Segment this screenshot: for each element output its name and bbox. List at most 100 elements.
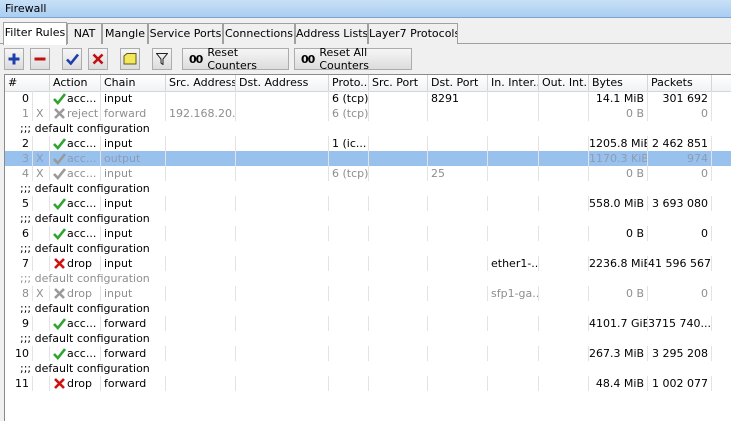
rule-src-address	[166, 166, 236, 181]
rule-number: 7	[5, 256, 33, 271]
tab-layer7-protocols[interactable]: Layer7 Protocols	[368, 23, 458, 44]
rule-protocol	[329, 286, 369, 301]
column-header-out-interface[interactable]: Out. Int...	[539, 75, 589, 91]
disable-button[interactable]	[88, 48, 108, 70]
table-row[interactable]: 3 Xacc... output 1170.3 KiB 974	[5, 151, 731, 166]
rule-in-interface: sfp1-ga...	[488, 286, 539, 301]
tab-connections[interactable]: Connections	[223, 23, 295, 44]
tab-address-lists[interactable]: Address Lists	[295, 23, 368, 44]
table-row[interactable]: 6 acc... input 0 B0	[5, 226, 731, 241]
rule-out-interface	[539, 166, 589, 181]
rule-action-label: acc...	[67, 227, 97, 240]
rule-protocol	[329, 346, 369, 361]
rule-out-interface	[539, 196, 589, 211]
rule-comment[interactable]: ;;; default configuration	[5, 181, 731, 196]
accept-check-icon	[53, 347, 67, 360]
rule-comment[interactable]: ;;; default configuration	[5, 331, 731, 346]
rule-flag	[33, 226, 50, 241]
enable-button[interactable]	[62, 48, 82, 70]
rule-action: acc...	[50, 166, 101, 181]
column-header-protocol[interactable]: Proto...	[329, 75, 369, 91]
reset-all-counters-button[interactable]: 00 Reset All Counters	[294, 46, 412, 72]
rule-number: 0	[5, 91, 33, 106]
column-header-action[interactable]: Action	[50, 75, 101, 91]
accept-check-icon	[53, 152, 67, 165]
rule-chain: forward	[101, 316, 166, 331]
rule-dst-port	[428, 346, 488, 361]
table-row[interactable]: 9 acc... forward 4101.7 GiB 3715 740...	[5, 316, 731, 331]
rule-protocol: 6 (tcp)	[329, 106, 369, 121]
table-row[interactable]: 0 acc... input 6 (tcp) 8291 14.1 MiB 301 692	[5, 91, 731, 106]
rule-packets: 3 693 080	[648, 196, 712, 211]
column-header-src-address[interactable]: Src. Address	[166, 75, 236, 91]
table-row[interactable]: 4 Xacc... input 6 (tcp) 25 0 B0	[5, 166, 731, 181]
column-header-src-port[interactable]: Src. Port	[369, 75, 428, 91]
rule-comment[interactable]: ;;; default configuration	[5, 211, 731, 226]
rule-number: 2	[5, 136, 33, 151]
tab-bar: Filter Rules NAT Mangle Service Ports Co…	[0, 22, 731, 45]
rule-action: acc...	[50, 151, 101, 166]
table-row[interactable]: 11 drop forward 48.4 MiB 1 002 077	[5, 376, 731, 391]
rule-chain: input	[101, 136, 166, 151]
rule-src-port	[369, 166, 428, 181]
add-button[interactable]	[4, 48, 24, 70]
rule-comment[interactable]: ;;; default configuration	[5, 121, 731, 136]
window-titlebar: Firewall	[0, 0, 731, 18]
table-row[interactable]: 7 drop input ether1-... 2236.8 MiB 41 596 567	[5, 256, 731, 271]
column-header-chain[interactable]: Chain	[101, 75, 166, 91]
rule-comment[interactable]: ;;; default configuration	[5, 271, 731, 286]
rule-action: acc...	[50, 316, 101, 331]
table-row[interactable]: 5 acc... input 558.0 MiB 3 693 080	[5, 196, 731, 211]
reset-counters-button[interactable]: 00 Reset Counters	[182, 46, 289, 72]
rule-comment[interactable]: ;;; default configuration	[5, 301, 731, 316]
column-header-dst-port[interactable]: Dst. Port	[428, 75, 488, 91]
reject-x-icon	[53, 107, 66, 120]
rule-in-interface	[488, 376, 539, 391]
rule-src-port	[369, 316, 428, 331]
column-header-number[interactable]: #	[5, 75, 50, 91]
tab-mangle[interactable]: Mangle	[102, 23, 148, 44]
rule-action-label: acc...	[67, 347, 97, 360]
column-header-dst-address[interactable]: Dst. Address	[236, 75, 329, 91]
rule-chain: forward	[101, 376, 166, 391]
accept-check-icon	[53, 92, 67, 105]
column-header-bytes[interactable]: Bytes	[589, 75, 648, 91]
rule-src-port	[369, 256, 428, 271]
rule-dst-address	[236, 196, 329, 211]
rule-protocol	[329, 196, 369, 211]
tab-nat[interactable]: NAT	[67, 23, 102, 44]
rule-packets: 0	[648, 106, 712, 121]
rule-src-address	[166, 226, 236, 241]
rule-out-interface	[539, 346, 589, 361]
rule-action-label: acc...	[67, 317, 97, 330]
table-row[interactable]: 8 Xdrop input sfp1-ga... 0 B0	[5, 286, 731, 301]
counter-icon: 00	[189, 52, 203, 66]
drop-x-icon	[53, 287, 66, 300]
table-row[interactable]: 10 acc... forward 267.3 MiB 3 295 208	[5, 346, 731, 361]
rule-src-port	[369, 376, 428, 391]
remove-button[interactable]	[30, 48, 50, 70]
rule-chain: forward	[101, 106, 166, 121]
table-row[interactable]: 1 Xreject forward 192.168.20... 6 (tcp) 0 B0	[5, 106, 731, 121]
tab-filter-rules[interactable]: Filter Rules	[3, 22, 67, 45]
rule-dst-port	[428, 106, 488, 121]
rule-chain: input	[101, 91, 166, 106]
rule-comment[interactable]: ;;; default configuration	[5, 241, 731, 256]
filter-button[interactable]	[152, 48, 172, 70]
column-header-in-interface[interactable]: In. Inter...	[488, 75, 539, 91]
rule-chain: input	[101, 226, 166, 241]
drop-x-icon	[53, 257, 66, 270]
rule-dst-port	[428, 316, 488, 331]
rule-comment[interactable]: ;;; default configuration	[5, 361, 731, 376]
tab-service-ports[interactable]: Service Ports	[148, 23, 223, 44]
checkmark-icon	[65, 53, 79, 65]
table-row[interactable]: 2 acc... input 1 (ic... 1205.8 MiB 2 462 851	[5, 136, 731, 151]
accept-check-icon	[53, 137, 67, 150]
rule-flag: X	[33, 151, 50, 166]
column-header-packets[interactable]: Packets	[648, 75, 712, 91]
rule-flag	[33, 256, 50, 271]
rule-src-address	[166, 91, 236, 106]
comment-button[interactable]	[120, 48, 140, 70]
rule-src-port	[369, 346, 428, 361]
accept-check-icon	[53, 167, 67, 180]
